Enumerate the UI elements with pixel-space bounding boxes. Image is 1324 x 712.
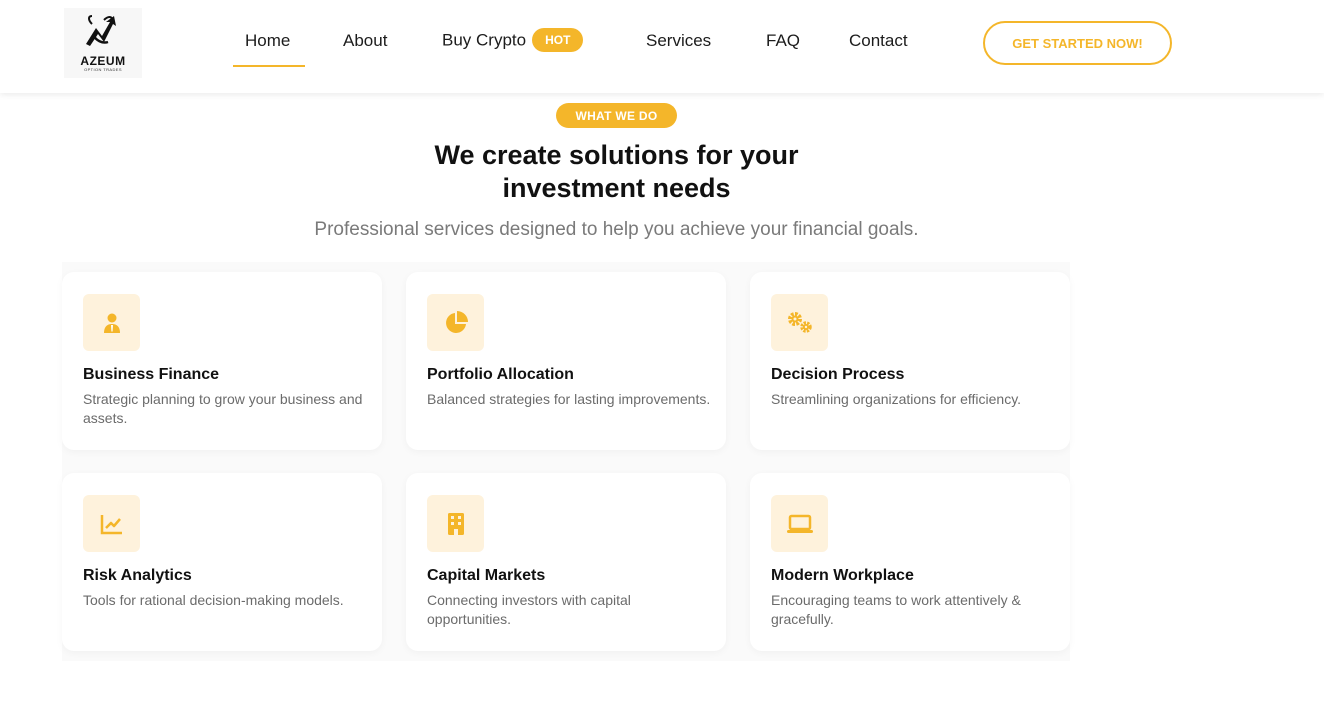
section-eyebrow-badge: WHAT WE DO: [556, 103, 677, 128]
section-title: We create solutions for your investment …: [0, 139, 1233, 205]
section-subtitle: Professional services designed to help y…: [314, 219, 919, 240]
bull-logo-icon: [86, 15, 116, 46]
get-started-button[interactable]: GET STARTED NOW!: [983, 21, 1172, 65]
service-description: Tools for rational decision-making model…: [83, 592, 344, 608]
service-card-decision-process[interactable]: Decision Process Streamlining organizati…: [750, 272, 1070, 450]
hot-badge: HOT: [532, 28, 584, 52]
service-title: Business Finance: [83, 366, 220, 383]
service-card-business-finance[interactable]: Business Finance Strategic planning to g…: [62, 272, 382, 450]
service-description: Balanced strategies for lasting improvem…: [427, 391, 711, 407]
site-header: AZEUM OPTION TRADES Home About Buy Crypt…: [0, 0, 1324, 93]
service-title: Modern Workplace: [771, 567, 914, 584]
gears-icon: [771, 294, 828, 351]
service-title: Portfolio Allocation: [427, 366, 574, 383]
service-card-risk-analytics[interactable]: Risk Analytics Tools for rational decisi…: [62, 473, 382, 651]
service-card-portfolio-allocation[interactable]: Portfolio Allocation Balanced strategies…: [406, 272, 726, 450]
service-description: Encouraging teams to work attentively & …: [771, 592, 1021, 627]
service-description: Connecting investors with capital opport…: [427, 592, 631, 627]
building-icon: [427, 495, 484, 552]
user-tie-icon: [83, 294, 140, 351]
nav-active-indicator: [233, 65, 305, 67]
logo-name: AZEUM: [80, 54, 126, 68]
nav-faq[interactable]: FAQ: [766, 30, 800, 52]
nav-contact[interactable]: Contact: [849, 30, 908, 52]
service-title: Decision Process: [771, 366, 905, 383]
service-description: Streamlining organizations for efficienc…: [771, 391, 1022, 407]
nav-buy-crypto-label: Buy Crypto: [442, 30, 527, 50]
nav-home[interactable]: Home: [245, 30, 290, 52]
pie-chart-icon: [427, 294, 484, 351]
service-title: Risk Analytics: [83, 567, 192, 584]
nav-buy-crypto[interactable]: Buy Crypto HOT: [442, 28, 584, 52]
line-chart-icon: [83, 495, 140, 552]
nav-about[interactable]: About: [343, 30, 387, 52]
service-card-modern-workplace[interactable]: Modern Workplace Encouraging teams to wo…: [750, 473, 1070, 651]
service-card-capital-markets[interactable]: Capital Markets Connecting investors wit…: [406, 473, 726, 651]
section-title-line-2: investment needs: [502, 173, 731, 203]
service-title: Capital Markets: [427, 567, 546, 584]
laptop-icon: [771, 495, 828, 552]
section-title-line-1: We create solutions for your: [434, 140, 799, 170]
logo[interactable]: AZEUM OPTION TRADES: [64, 8, 142, 78]
service-description: Strategic planning to grow your business…: [83, 391, 363, 426]
nav-services[interactable]: Services: [646, 30, 711, 52]
logo-tagline: OPTION TRADES: [84, 67, 122, 72]
